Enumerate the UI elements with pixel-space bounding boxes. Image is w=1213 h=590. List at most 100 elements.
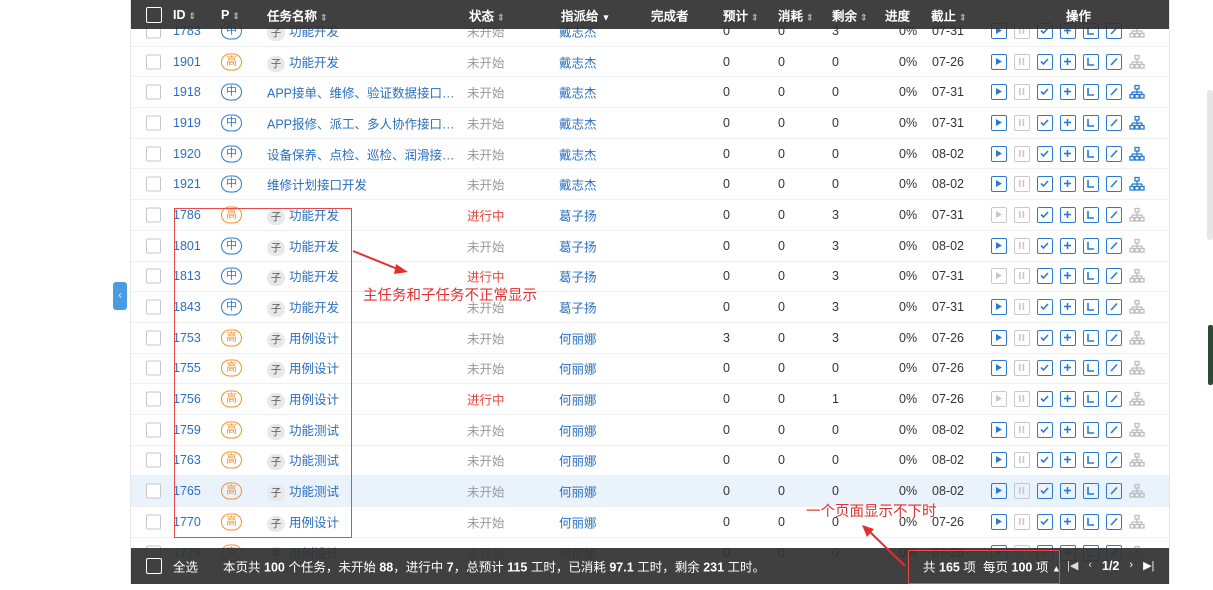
edit-icon[interactable] [1106,176,1122,193]
record-hours-icon[interactable] [1060,206,1076,223]
edit-icon[interactable] [1106,391,1122,408]
play-icon[interactable] [991,114,1007,131]
row-checkbox[interactable] [146,176,161,192]
record-hours-icon[interactable] [1060,360,1076,377]
pause-icon[interactable] [1014,360,1030,377]
edit-icon[interactable] [1106,329,1122,346]
close-task-icon[interactable] [1083,53,1099,70]
sidebar-collapse-toggle[interactable]: ‹ [113,282,127,310]
close-task-icon[interactable] [1083,145,1099,162]
record-hours-icon[interactable] [1060,391,1076,408]
record-hours-icon[interactable] [1060,513,1076,530]
sitemap-icon[interactable] [1129,330,1145,346]
edit-icon[interactable] [1106,452,1122,469]
edit-icon[interactable] [1106,53,1122,70]
col-status[interactable]: 状态 ⇕ [469,5,505,24]
row-checkbox[interactable] [146,207,161,223]
record-hours-icon[interactable] [1060,53,1076,70]
edit-icon[interactable] [1106,421,1122,438]
pause-icon[interactable] [1014,206,1030,223]
task-id-link[interactable]: 1901 [173,55,201,69]
close-task-icon[interactable] [1083,176,1099,193]
play-icon[interactable] [991,452,1007,469]
sitemap-icon[interactable] [1129,514,1145,530]
sitemap-icon[interactable] [1129,207,1145,223]
table-row[interactable]: 1921 中 维修计划接口开发 未开始 戴志杰 0 0 0 0% 08-02 [131,169,1169,201]
task-name-link[interactable]: 设备保养、点检、巡检、润滑接… [267,144,455,163]
first-page-icon[interactable]: |◀ [1067,559,1078,573]
play-icon[interactable] [991,206,1007,223]
row-checkbox[interactable] [146,360,161,376]
pause-icon[interactable] [1014,268,1030,285]
play-icon[interactable] [991,421,1007,438]
sitemap-icon[interactable] [1129,422,1145,438]
pause-icon[interactable] [1014,391,1030,408]
assigned-user-link[interactable]: 何丽娜 [559,390,597,409]
sitemap-icon[interactable] [1129,238,1145,254]
edit-icon[interactable] [1106,268,1122,285]
pause-icon[interactable] [1014,329,1030,346]
sitemap-icon[interactable] [1129,146,1145,162]
play-icon[interactable] [991,299,1007,316]
check-icon[interactable] [1037,483,1053,500]
pause-icon[interactable] [1014,452,1030,469]
check-icon[interactable] [1037,268,1053,285]
check-icon[interactable] [1037,145,1053,162]
col-priority[interactable]: P ⇕ [221,8,240,22]
table-row[interactable]: 1901 高 子功能开发 未开始 戴志杰 0 0 0 0% 07-26 [131,47,1169,78]
record-hours-icon[interactable] [1060,268,1076,285]
record-hours-icon[interactable] [1060,84,1076,101]
assigned-user-link[interactable]: 戴志杰 [559,113,597,132]
check-icon[interactable] [1037,329,1053,346]
task-name-link[interactable]: 子功能开发 [267,52,339,72]
sitemap-icon[interactable] [1129,115,1145,131]
assigned-user-link[interactable]: 戴志杰 [559,144,597,163]
play-icon[interactable] [991,237,1007,254]
close-task-icon[interactable] [1083,268,1099,285]
task-name-link[interactable]: APP报修、派工、多人协作接口… [267,113,455,132]
sitemap-icon[interactable] [1129,360,1145,376]
check-icon[interactable] [1037,452,1053,469]
pause-icon[interactable] [1014,237,1030,254]
row-checkbox[interactable] [146,299,161,315]
check-icon[interactable] [1037,391,1053,408]
sitemap-icon[interactable] [1129,299,1145,315]
check-icon[interactable] [1037,84,1053,101]
edit-icon[interactable] [1106,206,1122,223]
col-left[interactable]: 剩余 ⇕ [832,5,868,24]
row-checkbox[interactable] [146,268,161,284]
pause-icon[interactable] [1014,84,1030,101]
col-progress[interactable]: 进度 [885,5,910,24]
sitemap-icon[interactable] [1129,452,1145,468]
task-name-link[interactable]: 维修计划接口开发 [267,175,367,194]
select-all-checkbox[interactable] [146,558,162,574]
record-hours-icon[interactable] [1060,114,1076,131]
record-hours-icon[interactable] [1060,421,1076,438]
select-all-label[interactable]: 全选 [173,557,198,576]
assigned-user-link[interactable]: 葛子扬 [559,205,597,224]
close-task-icon[interactable] [1083,452,1099,469]
task-id-link[interactable]: 1918 [173,85,201,99]
record-hours-icon[interactable] [1060,176,1076,193]
pause-icon[interactable] [1014,176,1030,193]
pause-icon[interactable] [1014,53,1030,70]
assigned-user-link[interactable]: 何丽娜 [559,328,597,347]
assigned-user-link[interactable]: 戴志杰 [559,52,597,71]
record-hours-icon[interactable] [1060,237,1076,254]
close-task-icon[interactable] [1083,483,1099,500]
close-task-icon[interactable] [1083,114,1099,131]
task-id-link[interactable]: 1919 [173,116,201,130]
edit-icon[interactable] [1106,114,1122,131]
table-row[interactable]: 1920 中 设备保养、点检、巡检、润滑接… 未开始 戴志杰 0 0 0 0% 08-02 [131,139,1169,170]
row-checkbox[interactable] [146,238,161,254]
col-assigned[interactable]: 指派给 ▼ [561,5,610,24]
row-checkbox[interactable] [146,115,161,131]
edit-icon[interactable] [1106,360,1122,377]
close-task-icon[interactable] [1083,421,1099,438]
check-icon[interactable] [1037,421,1053,438]
next-page-icon[interactable]: › [1129,559,1133,573]
check-icon[interactable] [1037,206,1053,223]
table-row[interactable]: 1918 中 APP接单、维修、验证数据接口… 未开始 戴志杰 0 0 0 0% 07-31 [131,77,1169,109]
col-deadline[interactable]: 截止 ⇕ [931,5,967,24]
sitemap-icon[interactable] [1129,268,1145,284]
